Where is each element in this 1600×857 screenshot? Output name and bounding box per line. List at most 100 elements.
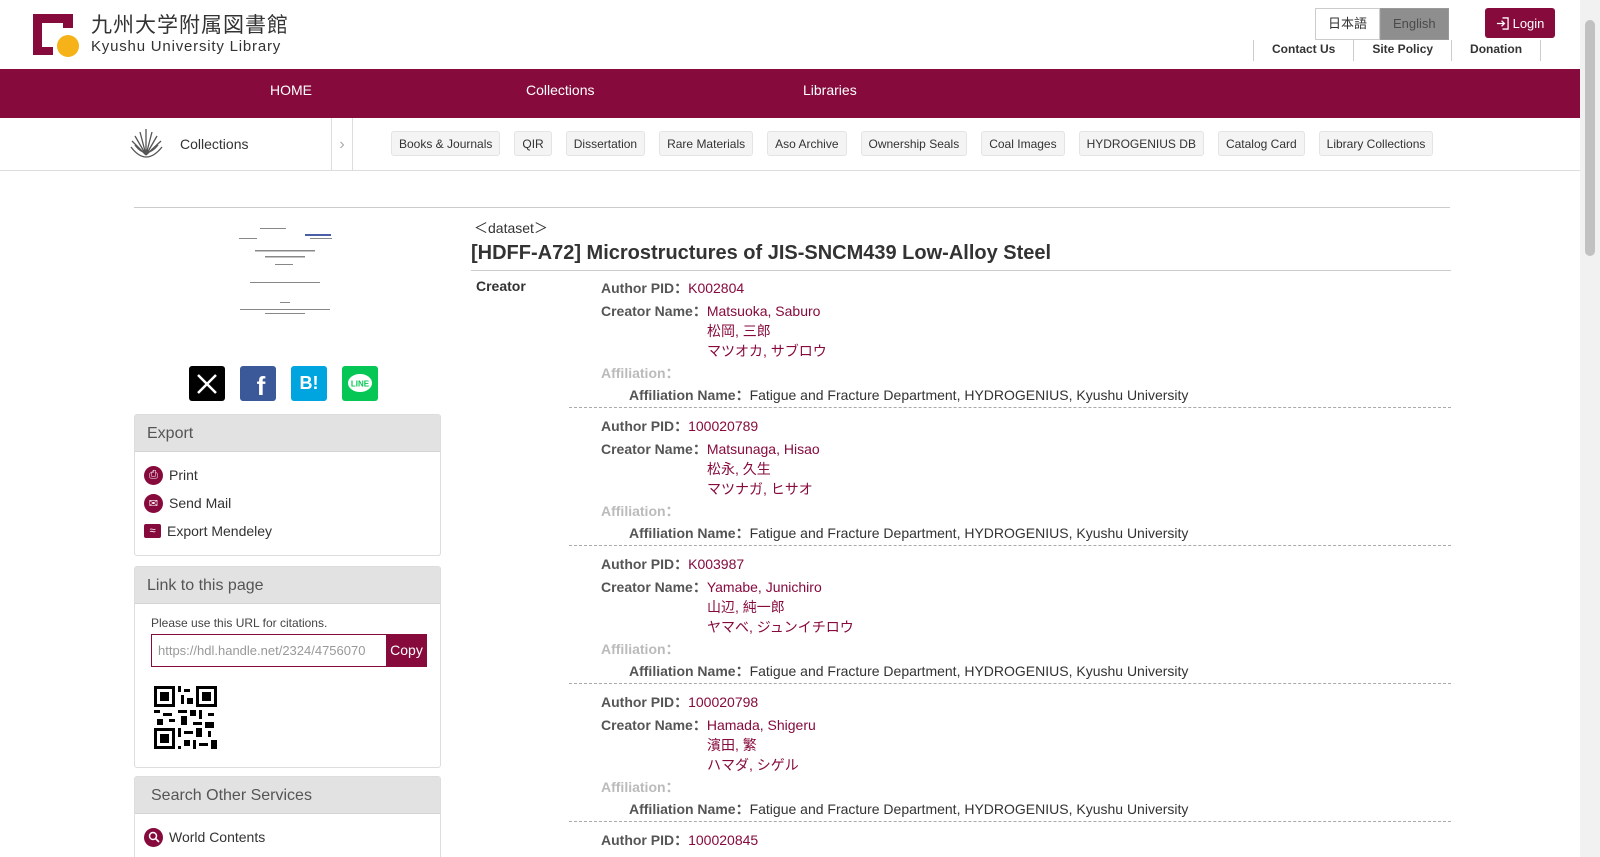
chip-rare-materials[interactable]: Rare Materials	[659, 131, 754, 156]
creator-name-link[interactable]: Hamada, Shigeru	[707, 717, 816, 733]
author-pid-label: Author PID：	[601, 556, 689, 572]
print-action[interactable]: ⎙ Print	[135, 461, 440, 489]
link-panel: Link to this page Please use this URL fo…	[134, 566, 441, 768]
affiliation-label: Affiliation：	[601, 641, 680, 657]
search-icon	[144, 827, 163, 847]
send-mail-label: Send Mail	[169, 495, 232, 511]
creator-field-label: Creator	[476, 278, 526, 294]
citation-url-field[interactable]: https://hdl.handle.net/2324/4756070	[151, 634, 386, 667]
affiliation-name: Fatigue and Fracture Department, HYDROGE…	[749, 801, 1189, 817]
affiliation-name: Fatigue and Fracture Department, HYDROGE…	[749, 525, 1189, 541]
print-label: Print	[169, 467, 198, 483]
creator-name-link[interactable]: Yamabe, Junichiro	[707, 579, 822, 595]
creator-name-kana[interactable]: ハマダ, シゲル	[707, 757, 799, 773]
creator-name-kanji[interactable]: 松岡, 三郎	[707, 323, 771, 339]
affiliation-name-label: Affiliation Name：	[629, 387, 750, 403]
author-pid-link[interactable]: 100020845	[688, 832, 758, 848]
nav-home[interactable]: HOME	[270, 69, 312, 118]
author-pid-link[interactable]: K003987	[688, 556, 744, 572]
chip-coal-images[interactable]: Coal Images	[981, 131, 1065, 156]
donation-link[interactable]: Donation	[1451, 40, 1542, 61]
chevron-right-icon[interactable]: ›	[331, 118, 353, 171]
author-pid-link[interactable]: K002804	[688, 280, 744, 296]
login-label: Login	[1512, 15, 1545, 31]
author-pid-label: Author PID：	[601, 418, 689, 434]
chip-books-journals[interactable]: Books & Journals	[391, 131, 501, 156]
creator-name-kanji[interactable]: 濱田, 繁	[707, 737, 757, 753]
search-services-panel: Search Other Services World Contents	[134, 776, 441, 857]
export-panel-title: Export	[135, 415, 440, 452]
creator-entry: Author PID：100020798 Creator Name：Hamada…	[569, 684, 1451, 822]
lang-japanese-button[interactable]: 日本語	[1315, 8, 1381, 40]
creator-name-kana[interactable]: マツオカ, サブロウ	[707, 343, 827, 359]
author-pid-label: Author PID：	[601, 694, 689, 710]
chip-dissertation[interactable]: Dissertation	[565, 131, 646, 156]
chip-ownership-seals[interactable]: Ownership Seals	[860, 131, 968, 156]
main-nav: HOME Collections Libraries	[0, 69, 1580, 118]
contact-us-link[interactable]: Contact Us	[1253, 40, 1353, 61]
logo-mark-icon	[29, 10, 81, 58]
language-switch: 日本語 English	[1315, 8, 1449, 40]
author-pid-link[interactable]: 100020789	[688, 418, 758, 434]
chip-aso-archive[interactable]: Aso Archive	[767, 131, 847, 156]
send-mail-action[interactable]: ✉ Send Mail	[135, 489, 440, 517]
affiliation-name-label: Affiliation Name：	[629, 525, 750, 541]
qr-code	[154, 686, 217, 749]
creator-name-link[interactable]: Matsunaga, Hisao	[707, 441, 820, 457]
export-panel: Export ⎙ Print ✉ Send Mail ≈ Export Mend…	[134, 414, 441, 556]
collection-chips: Books & Journals QIR Dissertation Rare M…	[391, 131, 1434, 156]
affiliation-name-label: Affiliation Name：	[629, 663, 750, 679]
creator-name-kanji[interactable]: 松永, 久生	[707, 461, 771, 477]
affiliation-name: Fatigue and Fracture Department, HYDROGE…	[749, 663, 1189, 679]
chip-catalog-card[interactable]: Catalog Card	[1217, 131, 1305, 156]
mendeley-icon: ≈	[144, 524, 161, 538]
creator-entry: Author PID：100020789 Creator Name：Matsun…	[569, 408, 1451, 546]
share-buttons: f B! LINE	[189, 366, 378, 401]
x-share-icon[interactable]	[189, 366, 225, 401]
author-pid-link[interactable]: 100020798	[688, 694, 758, 710]
creator-entry: Author PID：100020845	[569, 822, 1451, 857]
creator-name-kana[interactable]: マツナガ, ヒサオ	[707, 481, 813, 497]
scrollbar-thumb[interactable]	[1585, 20, 1595, 256]
collections-home-link[interactable]: Collections	[127, 124, 248, 164]
lang-english-button[interactable]: English	[1380, 8, 1449, 40]
affiliation-label: Affiliation：	[601, 503, 680, 519]
nav-libraries[interactable]: Libraries	[803, 69, 857, 118]
export-mendeley-action[interactable]: ≈ Export Mendeley	[135, 517, 440, 545]
document-thumbnail[interactable]	[230, 222, 345, 327]
record-title: [HDFF-A72] Microstructures of JIS-SNCM43…	[471, 242, 1052, 264]
content-divider	[134, 207, 1450, 208]
author-pid-label: Author PID：	[601, 832, 689, 848]
facebook-share-icon[interactable]: f	[240, 366, 276, 401]
creator-name-label: Creator Name：	[601, 717, 707, 733]
utility-links: Contact Us Site Policy Donation	[1253, 40, 1542, 61]
login-button[interactable]: Login	[1485, 8, 1555, 38]
creator-entry: Author PID：K003987 Creator Name：Yamabe, …	[569, 546, 1451, 684]
creator-entry: Author PID：K002804 Creator Name：Matsuoka…	[569, 270, 1451, 408]
line-share-icon[interactable]: LINE	[342, 366, 378, 401]
creator-name-kana[interactable]: ヤマベ, ジュンイチロウ	[707, 619, 854, 635]
logo-english-text: Kyushu University Library	[91, 38, 282, 55]
chip-library-collections[interactable]: Library Collections	[1318, 131, 1434, 156]
search-services-title: Search Other Services	[135, 777, 440, 814]
chip-hydrogenius-db[interactable]: HYDROGENIUS DB	[1078, 131, 1204, 156]
creator-name-kanji[interactable]: 山辺, 純一郎	[707, 599, 785, 615]
export-mendeley-label: Export Mendeley	[167, 523, 273, 539]
nav-collections[interactable]: Collections	[526, 69, 594, 118]
creator-name-label: Creator Name：	[601, 579, 707, 595]
subnav-title: Collections	[180, 136, 249, 152]
copy-button[interactable]: Copy	[386, 634, 427, 667]
affiliation-name: Fatigue and Fracture Department, HYDROGE…	[749, 387, 1189, 403]
creator-name-label: Creator Name：	[601, 441, 707, 457]
site-policy-link[interactable]: Site Policy	[1353, 40, 1451, 61]
print-icon: ⎙	[144, 465, 163, 485]
login-icon	[1496, 16, 1509, 30]
hatena-bookmark-icon[interactable]: B!	[291, 366, 327, 401]
page-scrollbar[interactable]	[1580, 0, 1600, 857]
library-logo[interactable]: 九州大学附属図書館 Kyushu University Library	[29, 10, 289, 58]
collections-subnav: Collections › Books & Journals QIR Disse…	[0, 118, 1580, 171]
creator-name-link[interactable]: Matsuoka, Saburo	[707, 303, 821, 319]
world-contents-action[interactable]: World Contents	[135, 823, 440, 851]
chip-qir[interactable]: QIR	[514, 131, 552, 156]
university-emblem-icon	[130, 129, 163, 158]
